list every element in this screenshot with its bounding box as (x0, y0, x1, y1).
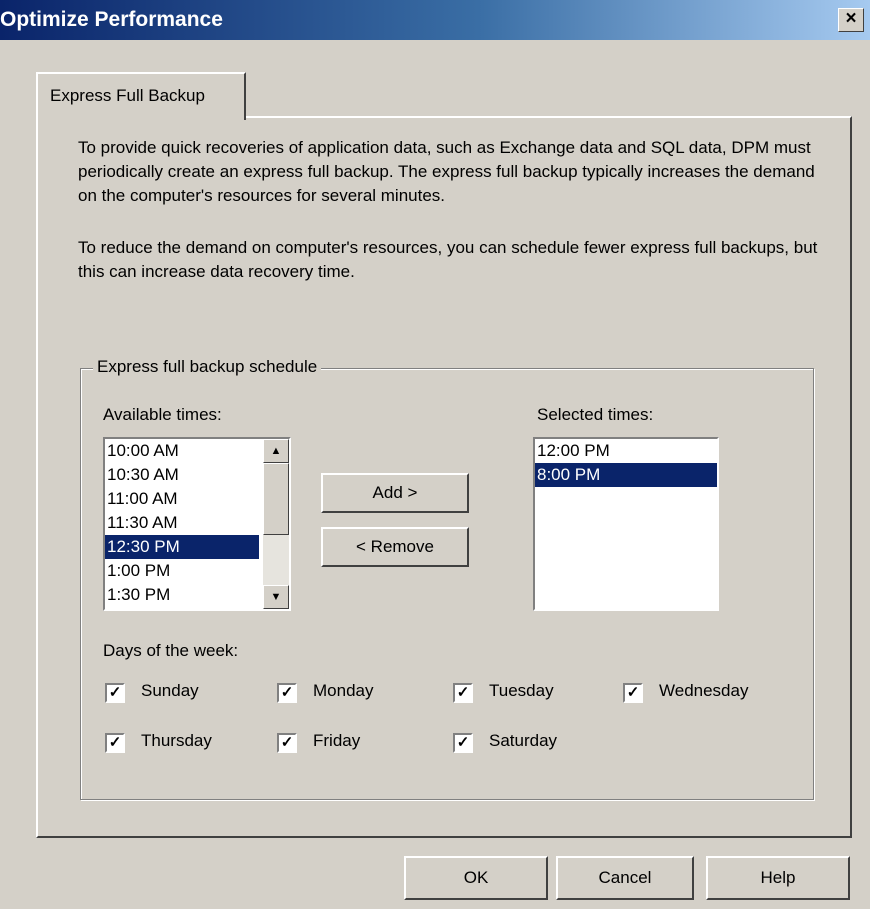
window-title: Optimize Performance (0, 8, 223, 31)
days-of-week-label: Days of the week: (103, 641, 239, 660)
day-label: Friday (313, 731, 361, 750)
schedule-groupbox: Express full backup schedule Available t… (80, 357, 814, 800)
available-time-item[interactable]: 10:00 AM (105, 439, 259, 463)
checkbox-check-icon[interactable]: ✓ (453, 683, 473, 703)
checkbox-check-icon[interactable]: ✓ (277, 733, 297, 753)
remove-button[interactable]: < Remove (321, 527, 469, 567)
help-button[interactable]: Help (706, 856, 850, 900)
day-label: Thursday (141, 731, 212, 750)
add-button-label: Add > (372, 483, 418, 502)
tab-panel: To provide quick recoveries of applicati… (36, 116, 852, 838)
remove-button-label: < Remove (356, 537, 434, 556)
day-label: Sunday (141, 681, 199, 700)
tab-express-full-backup[interactable]: Express Full Backup (36, 72, 246, 120)
checkbox-check-icon[interactable]: ✓ (623, 683, 643, 703)
available-time-item[interactable]: 1:00 PM (105, 559, 259, 583)
checkbox-check-icon[interactable]: ✓ (277, 683, 297, 703)
close-button[interactable]: × (838, 8, 864, 32)
available-time-item[interactable]: 11:00 AM (105, 487, 259, 511)
day-label: Tuesday (489, 681, 554, 700)
ok-button-label: OK (463, 868, 489, 887)
cancel-button[interactable]: Cancel (556, 856, 694, 900)
scroll-up-icon: ▲ (270, 445, 282, 457)
selected-times-list[interactable]: 12:00 PM 8:00 PM (533, 437, 719, 611)
checkbox-check-icon[interactable]: ✓ (105, 733, 125, 753)
description-paragraph-1: To provide quick recoveries of applicati… (78, 138, 815, 205)
scroll-down-button[interactable]: ▼ (263, 585, 289, 609)
day-label: Saturday (489, 731, 558, 750)
cancel-button-label: Cancel (598, 868, 652, 887)
scroll-down-icon: ▼ (270, 591, 282, 603)
title-bar: Optimize Performance × (0, 0, 870, 40)
day-label: Monday (313, 681, 374, 700)
available-time-item[interactable]: 10:30 AM (105, 463, 259, 487)
schedule-group-title: Express full backup schedule (93, 357, 322, 377)
description-paragraph-2: To reduce the demand on computer's resou… (78, 238, 818, 281)
available-times-scrollbar[interactable]: ▲ ▼ (263, 439, 289, 609)
help-button-label: Help (760, 868, 796, 887)
scroll-up-button[interactable]: ▲ (263, 439, 289, 463)
close-icon: × (845, 8, 857, 29)
available-time-item[interactable]: 11:30 AM (105, 511, 259, 535)
day-label: Wednesday (659, 681, 749, 700)
ok-button[interactable]: OK (404, 856, 548, 900)
available-time-item[interactable]: 12:30 PM (105, 535, 259, 559)
available-time-item[interactable]: 1:30 PM (105, 583, 259, 607)
checkbox-check-icon[interactable]: ✓ (453, 733, 473, 753)
available-times-list[interactable]: 10:00 AM 10:30 AM 11:00 AM 11:30 AM 12:30 PM… (103, 437, 291, 611)
available-times-label: Available times: (103, 405, 222, 424)
selected-time-item[interactable]: 8:00 PM (535, 463, 717, 487)
tab-label: Express Full Backup (50, 86, 205, 105)
scroll-thumb[interactable] (263, 463, 289, 535)
checkbox-check-icon[interactable]: ✓ (105, 683, 125, 703)
selected-times-label: Selected times: (537, 405, 654, 424)
selected-time-item[interactable]: 12:00 PM (535, 439, 717, 463)
add-button[interactable]: Add > (321, 473, 469, 513)
